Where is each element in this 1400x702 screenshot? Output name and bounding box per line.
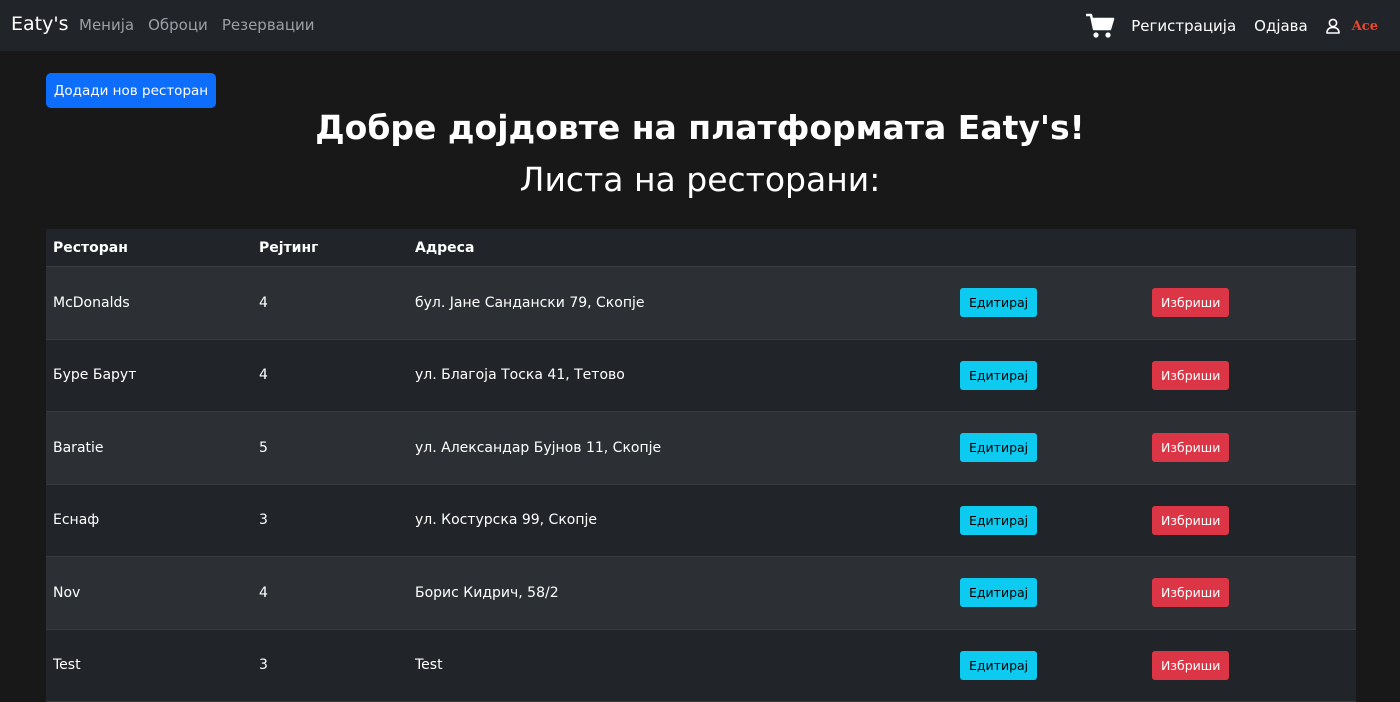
register-link[interactable]: Регистрација (1131, 17, 1236, 35)
table-header: Ресторан Рејтинг Адреса (46, 229, 1356, 267)
restaurant-name: Nov (53, 585, 259, 601)
nav-link-meals[interactable]: Оброци (148, 16, 208, 34)
table-row: Nov 4 Борис Кидрич, 58/2 Едитирај Избриш… (46, 557, 1356, 630)
nav-link-menus[interactable]: Менија (79, 16, 134, 34)
restaurant-name: Буре Барут (53, 367, 259, 383)
restaurant-rating: 3 (259, 512, 415, 528)
restaurant-address: Test (415, 657, 967, 673)
delete-button[interactable]: Избриши (1152, 433, 1229, 462)
restaurant-rating: 4 (259, 295, 415, 311)
restaurant-rating: 3 (259, 657, 415, 673)
logout-link[interactable]: Одјава (1254, 17, 1308, 35)
restaurants-list-subtitle: Листа на ресторани: (0, 160, 1400, 199)
delete-button[interactable]: Избриши (1152, 506, 1229, 535)
restaurant-name: Test (53, 657, 259, 673)
restaurant-rating: 4 (259, 367, 415, 383)
welcome-heading: Добре дојдовте на платформата Eaty's! (0, 108, 1400, 147)
restaurant-address: Борис Кидрич, 58/2 (415, 585, 967, 601)
edit-button[interactable]: Едитирај (960, 506, 1037, 535)
nav-link-reservations[interactable]: Резервации (222, 16, 315, 34)
restaurant-rating: 4 (259, 585, 415, 601)
delete-button[interactable]: Избриши (1152, 578, 1229, 607)
username-link[interactable]: Ace (1352, 19, 1378, 34)
brand-logo[interactable]: Eaty's (11, 13, 68, 35)
restaurant-address: ул. Благоја Тоска 41, Тетово (415, 367, 967, 383)
restaurant-name: Еснаф (53, 512, 259, 528)
edit-button[interactable]: Едитирај (960, 288, 1037, 317)
restaurant-name: Baratie (53, 440, 259, 456)
table-row: Буре Барут 4 ул. Благоја Тоска 41, Тетов… (46, 340, 1356, 413)
restaurant-address: ул. Костурска 99, Скопје (415, 512, 967, 528)
header-restaurant: Ресторан (53, 240, 259, 256)
header-rating: Рејтинг (259, 240, 415, 256)
top-navbar: Eaty's Менија Оброци Резервации Регистра… (0, 0, 1400, 51)
delete-button[interactable]: Избриши (1152, 288, 1229, 317)
table-row: Test 3 Test Едитирај Избриши (46, 630, 1356, 702)
restaurant-address: ул. Александар Бујнов 11, Скопје (415, 440, 967, 456)
delete-button[interactable]: Избриши (1152, 651, 1229, 680)
restaurant-address: бул. Јане Сандански 79, Скопје (415, 295, 967, 311)
edit-button[interactable]: Едитирај (960, 651, 1037, 680)
add-restaurant-button[interactable]: Додади нов ресторан (46, 73, 216, 108)
table-row: Baratie 5 ул. Александар Бујнов 11, Скоп… (46, 412, 1356, 485)
restaurant-rating: 5 (259, 440, 415, 456)
restaurants-table: Ресторан Рејтинг Адреса McDonalds 4 бул.… (46, 229, 1356, 702)
cart-icon[interactable] (1085, 13, 1115, 39)
restaurant-name: McDonalds (53, 295, 259, 311)
nav-links: Менија Оброци Резервации (79, 16, 315, 34)
user-icon[interactable] (1326, 18, 1340, 34)
edit-button[interactable]: Едитирај (960, 433, 1037, 462)
table-row: McDonalds 4 бул. Јане Сандански 79, Скоп… (46, 267, 1356, 340)
nav-right: Регистрација Одјава Ace (1085, 12, 1378, 40)
edit-button[interactable]: Едитирај (960, 578, 1037, 607)
delete-button[interactable]: Избриши (1152, 361, 1229, 390)
edit-button[interactable]: Едитирај (960, 361, 1037, 390)
header-address: Адреса (415, 240, 967, 256)
table-row: Еснаф 3 ул. Костурска 99, Скопје Едитира… (46, 485, 1356, 558)
